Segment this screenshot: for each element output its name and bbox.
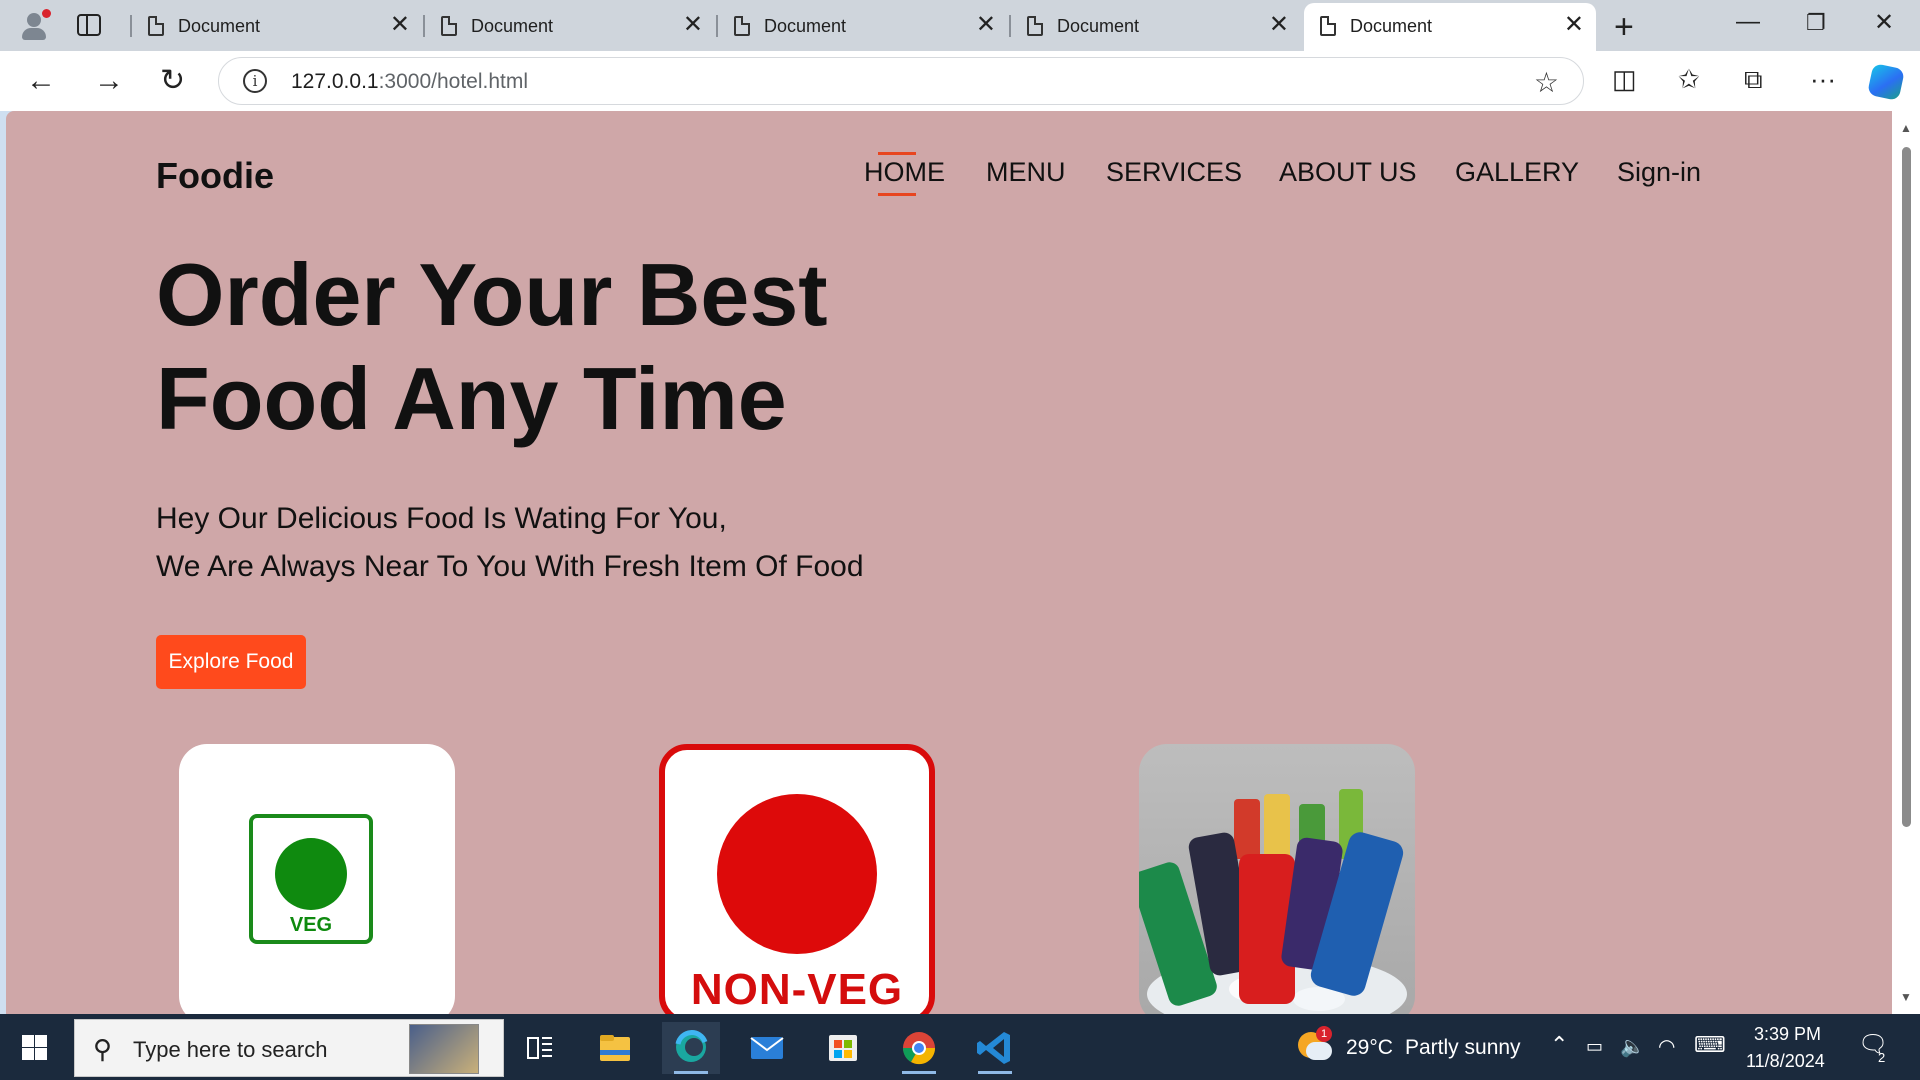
document-icon bbox=[148, 16, 164, 36]
nav-sign-in[interactable]: Sign-in bbox=[1617, 157, 1701, 188]
weather-description[interactable]: Partly sunny bbox=[1405, 1036, 1521, 1060]
search-highlight-image bbox=[409, 1024, 479, 1074]
show-hidden-icons-icon[interactable]: ⌃ bbox=[1550, 1032, 1568, 1058]
explore-food-button[interactable]: Explore Food bbox=[156, 635, 306, 689]
non-veg-card[interactable]: NON-VEG bbox=[659, 744, 935, 1014]
scroll-up-icon[interactable]: ▲ bbox=[1900, 121, 1912, 135]
favorite-star-icon[interactable]: ☆ bbox=[1534, 66, 1559, 99]
tab[interactable]: Document ✕ bbox=[1009, 6, 1301, 45]
windows-start-icon[interactable] bbox=[22, 1035, 47, 1060]
non-veg-symbol-icon bbox=[717, 794, 877, 954]
volume-icon[interactable]: 🔈 bbox=[1620, 1034, 1645, 1059]
site-logo[interactable]: Foodie bbox=[156, 155, 274, 197]
browser-toolbar: ← → ↻ i 127.0.0.1:3000/hotel.html ☆ ◫ ✩ … bbox=[0, 51, 1920, 111]
non-veg-label: NON-VEG bbox=[690, 965, 904, 1014]
nav-menu[interactable]: MENU bbox=[986, 157, 1066, 188]
forward-icon[interactable]: → bbox=[94, 63, 124, 99]
hero-title-line: Order Your Best bbox=[156, 245, 828, 344]
tab-title: Document bbox=[471, 16, 554, 36]
veg-symbol-icon: VEG bbox=[249, 814, 373, 944]
tab[interactable]: Document ✕ bbox=[716, 6, 1008, 45]
search-icon: ⚲ bbox=[93, 1034, 113, 1064]
tab-actions-icon[interactable] bbox=[77, 14, 101, 36]
cold-drinks-image bbox=[1139, 789, 1407, 1014]
close-window-icon[interactable]: ✕ bbox=[1874, 8, 1894, 37]
windows-taskbar: ⚲ Type here to search 1 29°C Partly sunn… bbox=[0, 1014, 1920, 1080]
hero-subtitle-line: Hey Our Delicious Food Is Wating For You… bbox=[156, 502, 727, 535]
clock-time[interactable]: 3:39 PM bbox=[1754, 1024, 1821, 1045]
veg-label: VEG bbox=[289, 914, 333, 936]
hero-subtitle: Hey Our Delicious Food Is Wating For You… bbox=[156, 495, 864, 591]
search-placeholder: Type here to search bbox=[133, 1037, 328, 1062]
edge-icon[interactable] bbox=[662, 1022, 720, 1074]
vscode-icon[interactable] bbox=[966, 1022, 1024, 1074]
task-view-icon[interactable] bbox=[510, 1022, 568, 1074]
document-icon bbox=[441, 16, 457, 36]
battery-icon[interactable]: ▭ bbox=[1586, 1036, 1603, 1057]
document-icon bbox=[1027, 16, 1043, 36]
tab-title: Document bbox=[1057, 16, 1140, 36]
address-bar[interactable]: i 127.0.0.1:3000/hotel.html ☆ bbox=[218, 57, 1584, 105]
veg-card[interactable]: VEG bbox=[179, 744, 455, 1014]
document-icon bbox=[1320, 16, 1336, 36]
hero-subtitle-line: We Are Always Near To You With Fresh Ite… bbox=[156, 550, 864, 583]
tab-title: Document bbox=[1350, 16, 1433, 36]
more-options-icon[interactable]: ··· bbox=[1810, 64, 1836, 95]
tab-title: Document bbox=[178, 16, 261, 36]
url-text[interactable]: 127.0.0.1:3000/hotel.html bbox=[291, 70, 528, 94]
restore-icon[interactable]: ❐ bbox=[1806, 10, 1826, 36]
refresh-icon[interactable]: ↻ bbox=[160, 63, 185, 99]
collections-icon[interactable]: ⧉ bbox=[1744, 64, 1763, 96]
weather-temperature[interactable]: 29°C bbox=[1346, 1036, 1393, 1060]
clock-date[interactable]: 11/8/2024 bbox=[1746, 1051, 1825, 1072]
nav-home[interactable]: HOME bbox=[864, 152, 945, 196]
keyboard-icon[interactable]: ⌨ bbox=[1694, 1032, 1726, 1058]
new-tab-icon[interactable]: + bbox=[1614, 8, 1634, 47]
favorites-icon[interactable]: ✩ bbox=[1678, 64, 1700, 95]
profile-icon[interactable] bbox=[18, 9, 52, 43]
tab-active[interactable]: Document ✕ bbox=[1304, 3, 1596, 51]
mail-icon[interactable] bbox=[738, 1022, 796, 1074]
back-icon[interactable]: ← bbox=[26, 63, 56, 99]
close-tab-icon[interactable]: ✕ bbox=[390, 12, 410, 38]
chrome-icon[interactable] bbox=[890, 1022, 948, 1074]
hero-title-line: Food Any Time bbox=[156, 349, 787, 448]
copilot-icon[interactable] bbox=[1867, 63, 1905, 101]
file-explorer-icon[interactable] bbox=[586, 1022, 644, 1074]
nav-about-us[interactable]: ABOUT US bbox=[1279, 157, 1417, 188]
wifi-icon[interactable]: ◠ bbox=[1658, 1034, 1675, 1059]
url-host: 127.0.0.1 bbox=[291, 70, 379, 93]
tab[interactable]: Document ✕ bbox=[423, 6, 715, 45]
minimize-icon[interactable]: — bbox=[1736, 8, 1760, 36]
tab-title: Document bbox=[764, 16, 847, 36]
document-icon bbox=[734, 16, 750, 36]
page-scrollbar[interactable]: ▲ ▼ bbox=[1892, 111, 1920, 1014]
page-viewport: Foodie HOME MENU SERVICES ABOUT US GALLE… bbox=[6, 111, 1892, 1014]
tab-strip: Document ✕ Document ✕ Document ✕ Documen… bbox=[0, 0, 1920, 51]
close-tab-icon[interactable]: ✕ bbox=[976, 12, 996, 38]
microsoft-store-icon[interactable] bbox=[814, 1022, 872, 1074]
hero-title: Order Your Best Food Any Time bbox=[156, 243, 828, 451]
url-path: :3000/hotel.html bbox=[378, 70, 529, 93]
drinks-card[interactable] bbox=[1139, 744, 1415, 1014]
weather-badge: 1 bbox=[1316, 1026, 1332, 1042]
nav-gallery[interactable]: GALLERY bbox=[1455, 157, 1579, 188]
scroll-down-icon[interactable]: ▼ bbox=[1900, 990, 1912, 1004]
scroll-thumb[interactable] bbox=[1902, 147, 1911, 827]
split-screen-icon[interactable]: ◫ bbox=[1612, 64, 1637, 95]
notification-count: 2 bbox=[1878, 1050, 1886, 1065]
site-info-icon[interactable]: i bbox=[243, 69, 267, 93]
nav-services[interactable]: SERVICES bbox=[1106, 157, 1242, 188]
tab[interactable]: Document ✕ bbox=[130, 6, 422, 45]
close-tab-icon[interactable]: ✕ bbox=[683, 12, 703, 38]
taskbar-search-input[interactable]: ⚲ Type here to search bbox=[74, 1019, 504, 1077]
weather-icon[interactable]: 1 bbox=[1298, 1026, 1332, 1062]
close-tab-icon[interactable]: ✕ bbox=[1564, 12, 1584, 38]
close-tab-icon[interactable]: ✕ bbox=[1269, 12, 1289, 38]
